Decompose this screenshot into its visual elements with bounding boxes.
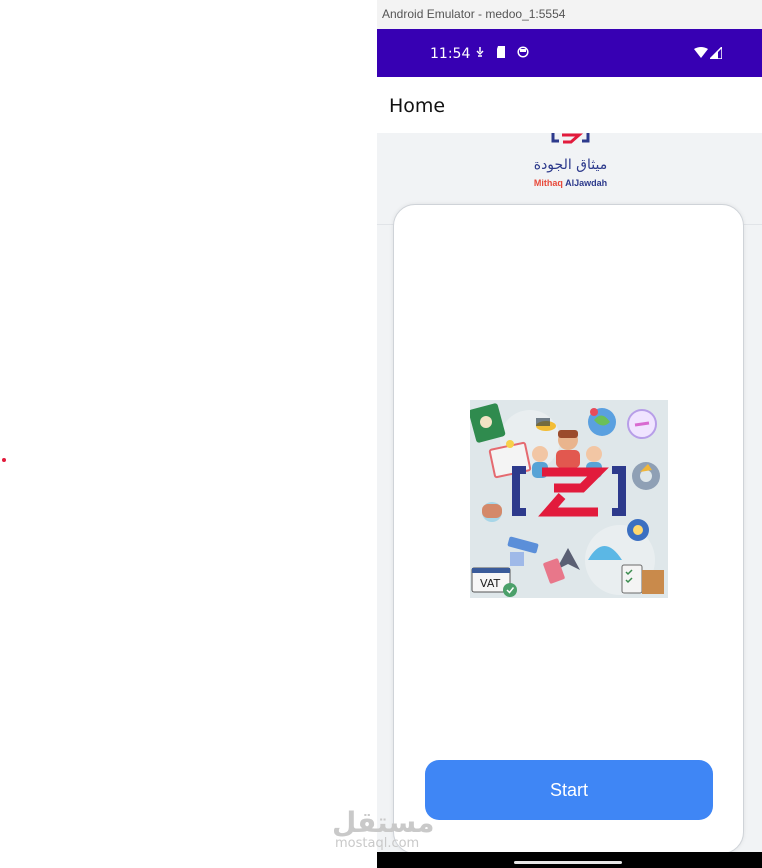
- logo-mark-icon: [551, 133, 590, 144]
- vat-tag-label: VAT: [480, 577, 500, 590]
- watermark-english: mostaql.com: [335, 836, 420, 851]
- status-system-icons: [694, 47, 722, 59]
- smiley-icon: [517, 46, 529, 58]
- signal-icon: [710, 47, 722, 59]
- wifi-icon: [694, 47, 708, 58]
- window-titlebar[interactable]: Android Emulator - medoo_1:5554: [377, 0, 762, 29]
- sd-card-icon: [497, 46, 505, 58]
- content-card: VAT Start: [393, 204, 744, 854]
- watermark: مستقل mostaql.com: [332, 806, 435, 856]
- brand-logo: ميثاق الجودة Mithaq AlJawdah: [523, 133, 618, 191]
- page-title: Home: [389, 95, 446, 117]
- red-dot: [2, 458, 6, 462]
- status-bar: 11:54: [377, 29, 762, 77]
- desktop: Android Emulator - medoo_1:5554 11:54 Ho…: [0, 0, 762, 868]
- status-time: 11:54: [430, 46, 471, 62]
- notification-icon: [476, 47, 484, 57]
- navigation-bar: [377, 852, 762, 868]
- status-notification-icons: [475, 46, 529, 58]
- watermark-arabic: مستقل: [332, 806, 435, 839]
- logo-arabic-text: ميثاق الجودة: [533, 157, 608, 173]
- logo-english-word-2: AlJawdah: [565, 178, 608, 188]
- main-illustration: VAT: [470, 400, 668, 598]
- app-bar: Home: [377, 77, 762, 133]
- logo-english-text: Mithaq AlJawdah: [523, 178, 618, 188]
- start-button[interactable]: Start: [425, 760, 713, 820]
- emulator-window: Android Emulator - medoo_1:5554 11:54 Ho…: [377, 0, 762, 868]
- logo-english-word-1: Mithaq: [533, 178, 563, 188]
- home-gesture-bar[interactable]: [514, 861, 622, 864]
